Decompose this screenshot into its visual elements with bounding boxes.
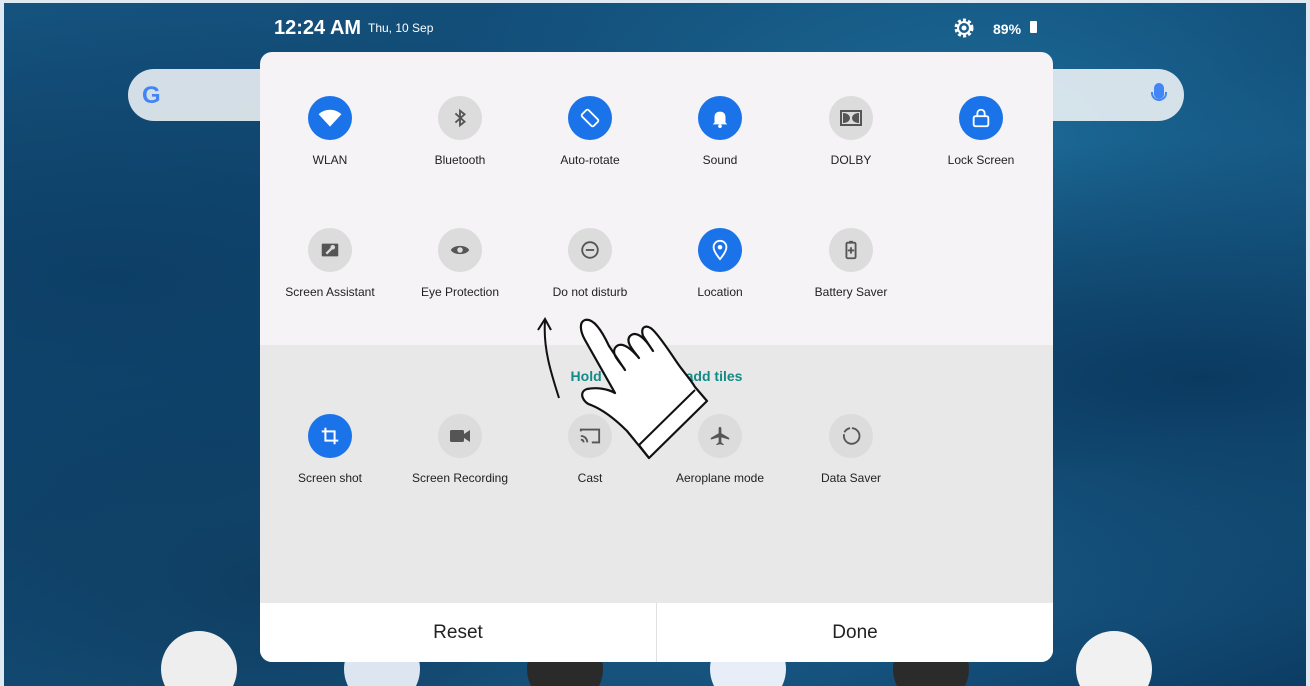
tile-label: Location bbox=[697, 285, 743, 299]
settings-gear-icon[interactable] bbox=[952, 16, 976, 40]
bluetooth-icon bbox=[438, 96, 482, 140]
tile-label: Screen shot bbox=[297, 471, 363, 485]
tile-location[interactable]: Location bbox=[655, 228, 785, 308]
bell-icon bbox=[698, 96, 742, 140]
tile-label: Data Saver bbox=[820, 471, 882, 485]
lock-icon bbox=[959, 96, 1003, 140]
video-camera-icon bbox=[438, 414, 482, 458]
dock-app-google-folder[interactable] bbox=[161, 631, 237, 686]
tile-battery-saver[interactable]: Battery Saver bbox=[786, 228, 916, 308]
tile-bluetooth[interactable]: Bluetooth bbox=[395, 96, 525, 176]
edit-button-bar: Reset Done bbox=[260, 603, 1053, 662]
google-logo: G bbox=[142, 82, 161, 109]
tile-do-not-disturb[interactable]: Do not disturb bbox=[525, 228, 655, 308]
status-date: Thu, 10 Sep bbox=[368, 21, 434, 35]
tile-label: Auto-rotate bbox=[560, 153, 620, 167]
tile-lock-screen[interactable]: Lock Screen bbox=[916, 96, 1046, 176]
reset-button[interactable]: Reset bbox=[260, 603, 656, 662]
tile-auto-rotate[interactable]: Auto-rotate bbox=[525, 96, 655, 176]
tile-data-saver[interactable]: Data Saver bbox=[786, 414, 916, 494]
tile-label: Eye Protection bbox=[420, 285, 500, 299]
swipe-hand-gesture-icon bbox=[537, 317, 709, 460]
tile-label: Bluetooth bbox=[434, 153, 486, 167]
battery-icon bbox=[1030, 21, 1037, 33]
crop-icon bbox=[308, 414, 352, 458]
tile-label: Screen Assistant bbox=[285, 285, 375, 299]
tile-screen-recording[interactable]: Screen Recording bbox=[395, 414, 525, 494]
microphone-icon[interactable] bbox=[1151, 83, 1167, 101]
home-screen-wallpaper: 12:24 AM Thu, 10 Sep 89% G WLAN Bluetoot… bbox=[4, 3, 1306, 686]
tile-label: WLAN bbox=[312, 153, 348, 167]
tile-wlan[interactable]: WLAN bbox=[265, 96, 395, 176]
tile-label: Screen Recording bbox=[411, 471, 509, 485]
eye-icon bbox=[438, 228, 482, 272]
auto-rotate-icon bbox=[568, 96, 612, 140]
status-bar: 12:24 AM Thu, 10 Sep 89% bbox=[4, 3, 1306, 53]
dolby-icon bbox=[829, 96, 873, 140]
wrench-icon bbox=[308, 228, 352, 272]
tile-label: Sound bbox=[702, 153, 738, 167]
tile-screen-assistant[interactable]: Screen Assistant bbox=[265, 228, 395, 308]
status-time: 12:24 AM bbox=[274, 17, 362, 39]
wifi-icon bbox=[308, 96, 352, 140]
tile-screen-shot[interactable]: Screen shot bbox=[265, 414, 395, 494]
tile-label: Battery Saver bbox=[814, 285, 888, 299]
dock-app-play-store[interactable] bbox=[1076, 631, 1152, 686]
tile-label: Do not disturb bbox=[552, 285, 628, 299]
tile-sound[interactable]: Sound bbox=[655, 96, 785, 176]
done-button[interactable]: Done bbox=[657, 603, 1053, 662]
tile-label: Lock Screen bbox=[947, 153, 1015, 167]
tile-dolby[interactable]: DOLBY bbox=[786, 96, 916, 176]
location-pin-icon bbox=[698, 228, 742, 272]
battery-percentage: 89% bbox=[993, 21, 1022, 37]
tile-label: DOLBY bbox=[830, 153, 872, 167]
tile-label: Aeroplane mode bbox=[675, 471, 765, 485]
data-saver-icon bbox=[829, 414, 873, 458]
tile-label: Cast bbox=[577, 471, 603, 485]
do-not-disturb-icon bbox=[568, 228, 612, 272]
battery-saver-icon bbox=[829, 228, 873, 272]
tile-eye-protection[interactable]: Eye Protection bbox=[395, 228, 525, 308]
